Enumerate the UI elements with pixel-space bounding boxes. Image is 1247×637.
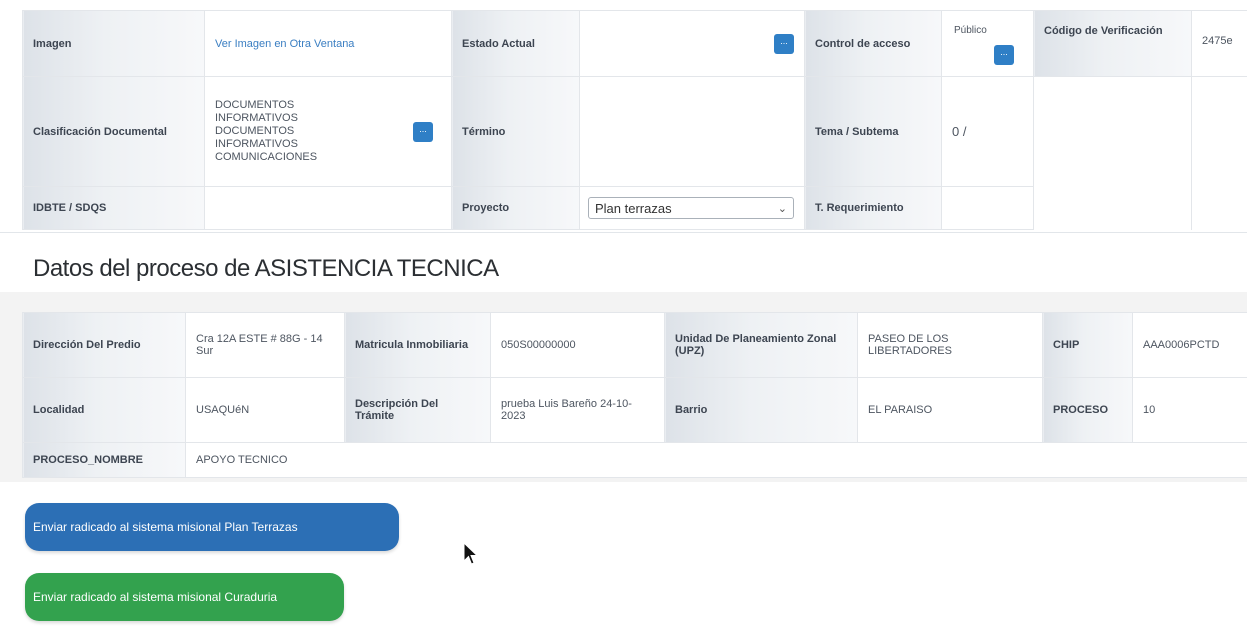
proceso-nombre-value: APOYO TECNICO: [185, 442, 1247, 478]
idbte-value: [204, 186, 452, 230]
page-title: Datos del proceso de ASISTENCIA TECNICA: [33, 255, 499, 282]
t-requerimiento-label: T. Requerimiento: [804, 186, 942, 230]
localidad-label: Localidad: [22, 377, 186, 443]
proceso-nombre-label: PROCESO_NOMBRE: [22, 442, 186, 478]
proyecto-select[interactable]: Plan terrazas ⌄: [588, 197, 794, 219]
empty-cell: [1033, 76, 1192, 230]
control-acceso-label: Control de acceso: [804, 10, 942, 77]
document-info-table: Imagen Ver Imagen en Otra Ventana Estado…: [22, 10, 1247, 230]
clasificacion-label: Clasificación Documental: [22, 76, 205, 187]
process-table: Dirección Del Predio Cra 12A ESTE # 88G …: [22, 312, 1247, 478]
proceso-label: PROCESO: [1042, 377, 1133, 443]
proyecto-selected-value: Plan terrazas: [595, 200, 672, 216]
send-curaduria-button[interactable]: Enviar radicado al sistema misional Cura…: [25, 573, 344, 621]
view-image-link[interactable]: Ver Imagen en Otra Ventana: [215, 38, 354, 50]
idbte-label: IDBTE / SDQS: [22, 186, 205, 230]
imagen-label: Imagen: [22, 10, 205, 77]
tema-label: Tema / Subtema: [804, 76, 942, 187]
clasificacion-ellipsis-button[interactable]: ...: [413, 122, 433, 142]
barrio-value: EL PARAISO: [857, 377, 1043, 443]
termino-value: [579, 76, 805, 187]
codigo-verificacion-label: Código de Verificación: [1033, 10, 1192, 77]
control-acceso-ellipsis-button[interactable]: ...: [994, 45, 1014, 65]
tema-value: 0 /: [941, 76, 1034, 187]
upz-value: PASEO DE LOS LIBERTADORES: [857, 312, 1043, 378]
descripcion-label: Descripción Del Trámite: [344, 377, 491, 443]
descripcion-value: prueba Luis Bareño 24-10-2023: [490, 377, 665, 443]
t-requerimiento-value: [941, 186, 1034, 230]
estado-ellipsis-button[interactable]: ...: [774, 33, 794, 54]
direccion-label: Dirección Del Predio: [22, 312, 186, 378]
send-plan-terrazas-button[interactable]: Enviar radicado al sistema misional Plan…: [25, 503, 399, 551]
chip-value: AAA0006PCTD: [1132, 312, 1247, 378]
estado-actual-label: Estado Actual: [451, 10, 580, 77]
matricula-label: Matricula Inmobiliaria: [344, 312, 491, 378]
mouse-cursor-icon: [463, 541, 479, 571]
localidad-value: USAQUéN: [185, 377, 345, 443]
divider: [0, 232, 1247, 233]
matricula-value: 050S00000000: [490, 312, 665, 378]
proceso-value: 10: [1132, 377, 1247, 443]
proyecto-label: Proyecto: [451, 186, 580, 230]
codigo-verificacion-value: 2475e: [1191, 10, 1247, 77]
empty-cell: [1191, 76, 1247, 230]
upz-label: Unidad De Planeamiento Zonal (UPZ): [664, 312, 858, 378]
barrio-label: Barrio: [664, 377, 858, 443]
direccion-value: Cra 12A ESTE # 88G - 14 Sur: [185, 312, 345, 378]
chevron-down-icon: ⌄: [777, 202, 787, 215]
control-acceso-value: Público: [954, 25, 987, 36]
chip-label: CHIP: [1042, 312, 1133, 378]
clasificacion-value: DOCUMENTOS INFORMATIVOS DOCUMENTOS INFOR…: [215, 99, 318, 163]
termino-label: Término: [451, 76, 580, 187]
